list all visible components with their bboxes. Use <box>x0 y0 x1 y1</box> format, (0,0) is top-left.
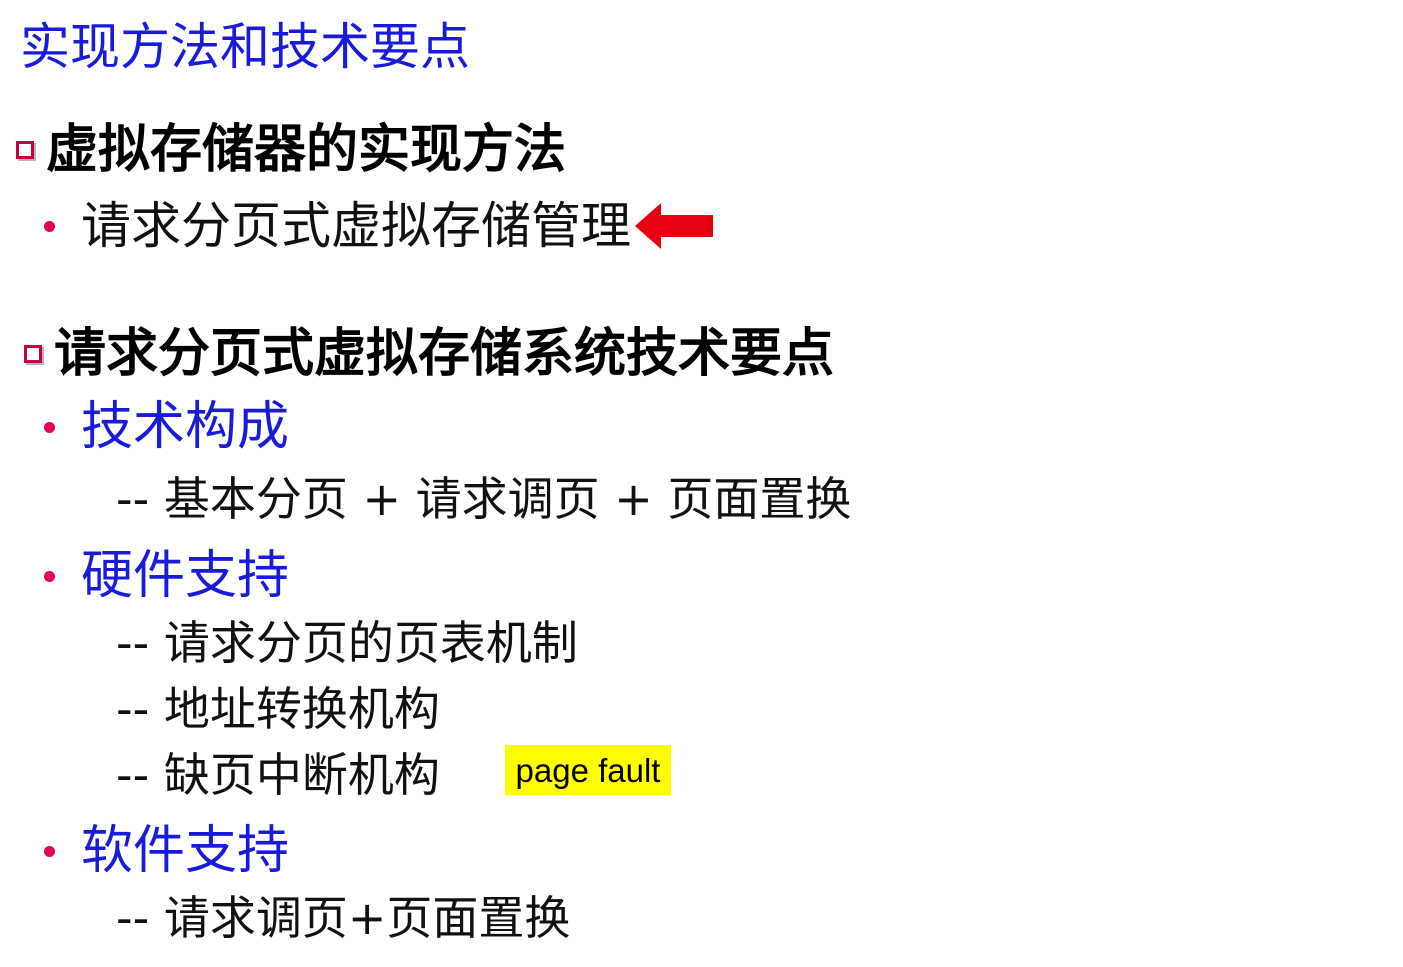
bullet-dot-icon <box>44 421 55 433</box>
list-item-label: 技术构成 <box>81 397 290 457</box>
sub-item: -- 请求分页的页表机制 <box>116 616 578 670</box>
bullet-text: 请求分页式虚拟存储管理 <box>81 197 631 255</box>
bullet-dot-icon <box>44 570 55 582</box>
sub-item: -- 地址转换机构 <box>116 682 440 736</box>
list-item-software: 软件支持 <box>44 825 289 877</box>
section-2-heading: 请求分页式虚拟存储系统技术要点 <box>54 324 835 384</box>
checkbox-square-icon <box>16 141 34 159</box>
bullet-dot-icon <box>44 845 55 857</box>
sub-item: -- 缺页中断机构 <box>116 748 440 802</box>
list-item-label: 硬件支持 <box>81 546 290 606</box>
section-1: 虚拟存储器的实现方法 <box>16 124 566 176</box>
checkbox-square-icon <box>24 345 42 363</box>
sub-item: -- 基本分页 + 请求调页 + 页面置换 <box>116 472 852 526</box>
list-item-label: 软件支持 <box>81 821 290 881</box>
section-1-bullet: 请求分页式虚拟存储管理 <box>44 201 715 251</box>
list-item-tech: 技术构成 <box>44 401 289 453</box>
left-arrow-icon <box>635 203 713 249</box>
bullet-dot-icon <box>44 220 55 232</box>
sub-item: -- 请求调页+页面置换 <box>116 891 571 945</box>
section-2: 请求分页式虚拟存储系统技术要点 <box>24 328 834 380</box>
list-item-hardware: 硬件支持 <box>44 550 289 602</box>
section-1-heading: 虚拟存储器的实现方法 <box>46 120 567 180</box>
slide-title: 实现方法和技术要点 <box>20 18 470 76</box>
page-fault-note: page fault <box>505 745 671 795</box>
